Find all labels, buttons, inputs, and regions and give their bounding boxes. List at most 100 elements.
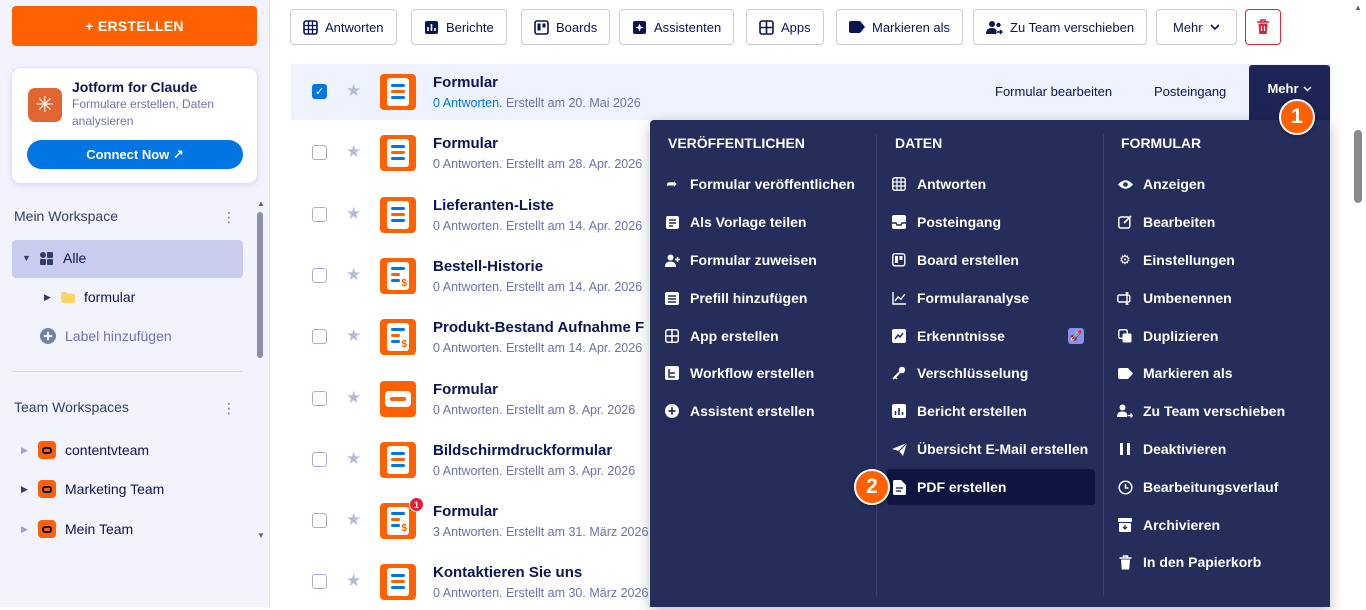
menu-item-create-pdf[interactable]: PDF erstellen [887,469,1095,505]
caret-down-icon[interactable]: ▼ [22,253,31,263]
menu-item-move-to-team[interactable]: Zu Team verschieben [1117,393,1285,429]
form-checkbox[interactable] [312,574,327,590]
menu-item-trash[interactable]: In den Papierkorb [1117,544,1261,580]
favorite-star-icon[interactable]: ★ [346,326,361,346]
caret-right-icon[interactable]: ▶ [44,292,52,303]
page-scrollbar[interactable]: ▲ [1350,0,1366,607]
menu-item-rename[interactable]: Umbenennen [1117,280,1232,316]
form-title[interactable]: Formular [433,135,498,152]
menu-item-label: Anzeigen [1143,176,1206,192]
scroll-up-icon[interactable]: ▲ [257,199,265,208]
delete-button[interactable] [1245,9,1281,45]
caret-right-icon[interactable]: ▶ [21,524,29,535]
share-arrow-icon: ➦ [666,176,678,191]
form-icon[interactable] [380,74,416,110]
toolbar-more-button[interactable]: Mehr [1156,9,1237,45]
favorite-star-icon[interactable]: ★ [346,265,361,285]
form-title[interactable]: Formular [433,503,498,520]
form-title[interactable]: Kontaktieren Sie uns [433,564,582,581]
form-title[interactable]: Formular [433,74,498,91]
scroll-down-icon[interactable]: ▼ [257,531,265,540]
form-title[interactable]: Bestell-Historie [433,258,543,275]
scroll-up-icon[interactable]: ▲ [1354,3,1362,12]
menu-item-create-assistant[interactable]: Assistent erstellen [664,393,815,429]
toolbar-label: Apps [781,19,811,35]
toolbar-move-team-button[interactable]: Zu Team verschieben [973,9,1148,45]
form-checkbox[interactable]: ✓ [312,84,327,99]
sidebar-item-all-content[interactable]: ▼ Alle [22,250,86,266]
menu-item-add-prefill[interactable]: Prefill hinzufügen [664,280,807,316]
step-callout-2: 2 [854,469,890,505]
form-checkbox[interactable] [312,451,327,467]
connect-now-button[interactable]: Connect Now ↗ [27,140,243,169]
card-form-icon[interactable] [380,380,416,417]
form-title[interactable]: Bildschirmdruckformular [433,442,612,459]
menu-item-archive[interactable]: Archivieren [1117,507,1220,543]
caret-right-icon[interactable]: ▶ [21,484,29,495]
payment-form-icon[interactable]: $ [380,319,416,356]
toolbar-apps-button[interactable]: Apps [746,9,824,45]
menu-item-create-board[interactable]: Board erstellen [891,242,1019,278]
edit-form-link[interactable]: Formular bearbeiten [995,84,1112,99]
menu-item-inbox[interactable]: Posteingang [891,204,1001,240]
menu-item-responses[interactable]: Antworten [891,166,986,202]
menu-item-form-analytics[interactable]: Formularanalyse [891,280,1029,316]
form-icon[interactable] [380,441,416,478]
form-checkbox[interactable] [312,513,327,529]
favorite-star-icon[interactable]: ★ [346,388,361,408]
menu-item-create-digest-email[interactable]: Übersicht E-Mail erstellen [891,431,1088,467]
toolbar-mark-as-button[interactable]: Markieren als [836,9,964,45]
form-checkbox[interactable] [312,206,327,222]
team-workspaces-kebab-icon[interactable]: ⋮ [222,400,236,416]
page-scrollbar-thumb[interactable] [1354,130,1362,203]
menu-item-create-app[interactable]: App erstellen [664,318,779,354]
form-icon[interactable] [380,196,416,233]
form-responses-count[interactable]: 0 Antworten. [433,96,503,110]
caret-right-icon[interactable]: ▶ [21,445,29,456]
menu-item-settings[interactable]: ⚙ Einstellungen [1117,242,1235,278]
menu-item-disable[interactable]: Deaktivieren [1117,431,1226,467]
form-icon[interactable] [380,564,416,601]
favorite-star-icon[interactable]: ★ [346,449,361,469]
favorite-star-icon[interactable]: ★ [346,204,361,224]
menu-item-publish-form[interactable]: ➦ Formular veröffentlichen [664,166,855,202]
menu-item-insights[interactable]: Erkenntnisse 🚀 [891,318,1084,354]
form-checkbox[interactable] [312,390,327,406]
sidebar-item-team[interactable]: ▶ Mein Team [21,520,133,538]
favorite-star-icon[interactable]: ★ [346,142,361,162]
menu-item-view[interactable]: Anzeigen [1117,166,1205,202]
toolbar-boards-button[interactable]: Boards [521,9,611,45]
form-checkbox[interactable] [312,145,327,161]
create-button[interactable]: + ERSTELLEN [12,6,257,46]
add-label-button[interactable]: Label hinzufügen [40,328,172,344]
my-workspace-kebab-icon[interactable]: ⋮ [222,209,236,225]
form-checkbox[interactable] [312,267,327,283]
menu-item-assign-form[interactable]: Formular zuweisen [664,242,817,278]
menu-item-mark-as[interactable]: Markieren als [1117,355,1233,391]
menu-item-share-template[interactable]: Als Vorlage teilen [664,204,806,240]
sidebar-item-folder[interactable]: ▶ formular [44,289,135,305]
menu-item-encryption[interactable]: Verschlüsselung [891,355,1028,391]
menu-item-create-workflow[interactable]: Workflow erstellen [664,355,814,391]
menu-item-duplicate[interactable]: Duplizieren [1117,318,1218,354]
toolbar-responses-button[interactable]: Antworten [290,9,397,45]
sidebar-scrollbar[interactable] [257,212,263,358]
form-title[interactable]: Formular [433,381,498,398]
toolbar-reports-button[interactable]: Berichte [411,9,507,45]
menu-item-create-report[interactable]: Bericht erstellen [891,393,1027,429]
sidebar-item-team[interactable]: ▶ Marketing Team [21,480,164,498]
inbox-link[interactable]: Posteingang [1154,84,1226,99]
sidebar-item-team[interactable]: ▶ contentvteam [21,441,149,459]
favorite-star-icon[interactable]: ★ [346,510,361,530]
sidebar-divider [12,371,243,372]
form-title[interactable]: Produkt-Bestand Aufnahme F [433,319,644,336]
payment-form-icon[interactable]: $ [380,257,416,294]
favorite-star-icon[interactable]: ★ [346,81,361,101]
favorite-star-icon[interactable]: ★ [346,571,361,591]
form-checkbox[interactable] [312,329,327,345]
menu-item-edit[interactable]: Bearbeiten [1117,204,1215,240]
toolbar-assistants-button[interactable]: Assistenten [619,9,735,45]
menu-item-revision-history[interactable]: Bearbeitungsverlauf [1117,469,1278,505]
form-title[interactable]: Lieferanten-Liste [433,197,554,214]
form-icon[interactable] [380,135,416,172]
